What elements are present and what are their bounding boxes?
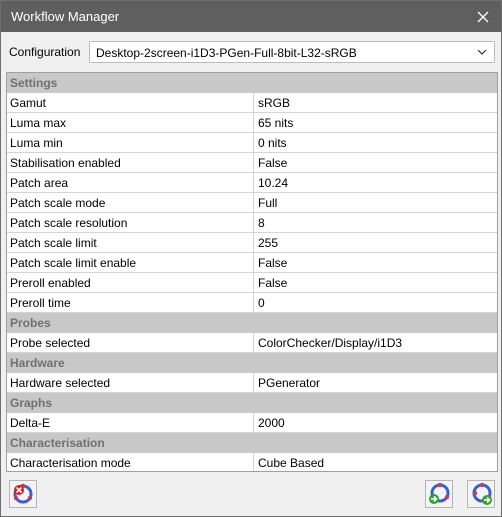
property-value[interactable]: 8: [258, 216, 265, 230]
column-divider: [253, 93, 254, 113]
section-header-hardware: Hardware: [7, 353, 497, 373]
property-name: Luma min: [10, 136, 63, 150]
column-divider: [253, 193, 254, 213]
column-divider: [253, 173, 254, 193]
property-row[interactable]: Patch scale resolution 8: [7, 213, 497, 233]
column-divider: [253, 453, 254, 471]
property-name: Probe selected: [10, 336, 91, 350]
property-name: Hardware selected: [10, 376, 111, 390]
property-value[interactable]: sRGB: [258, 96, 290, 110]
configuration-label: Configuration: [9, 45, 81, 59]
property-value[interactable]: PGenerator: [258, 376, 320, 390]
property-row[interactable]: Patch scale mode Full: [7, 193, 497, 213]
section-title: Graphs: [10, 396, 53, 410]
title-bar: Workflow Manager: [1, 1, 501, 32]
property-row[interactable]: Luma max 65 nits: [7, 113, 497, 133]
property-name: Stabilisation enabled: [10, 156, 121, 170]
section-title: Settings: [10, 76, 58, 90]
property-value[interactable]: Full: [258, 196, 277, 210]
property-value[interactable]: 255: [258, 236, 278, 250]
property-row[interactable]: Patch scale limit 255: [7, 233, 497, 253]
section-title: Characterisation: [10, 436, 105, 450]
configuration-dropdown[interactable]: Desktop-2screen-i1D3-PGen-Full-8bit-L32-…: [89, 41, 495, 63]
workflow-manager-window: Workflow Manager Configuration Desktop-2…: [0, 0, 502, 517]
property-row[interactable]: Patch area 10.24: [7, 173, 497, 193]
configuration-selected-value: Desktop-2screen-i1D3-PGen-Full-8bit-L32-…: [96, 46, 357, 60]
column-divider: [253, 153, 254, 173]
property-value[interactable]: 2000: [258, 416, 285, 430]
property-row[interactable]: Stabilisation enabled False: [7, 153, 497, 173]
section-header-settings: Settings: [7, 73, 497, 93]
delete-workflow-button[interactable]: [9, 480, 37, 508]
property-value[interactable]: 65 nits: [258, 116, 293, 130]
property-value[interactable]: False: [258, 256, 287, 270]
property-value[interactable]: 0 nits: [258, 136, 287, 150]
property-row[interactable]: Gamut sRGB: [7, 93, 497, 113]
property-name: Luma max: [10, 116, 67, 130]
property-name: Characterisation mode: [10, 456, 131, 470]
property-value[interactable]: 10.24: [258, 176, 288, 190]
column-divider: [253, 273, 254, 293]
delete-workflow-icon: [13, 483, 33, 504]
property-value[interactable]: Cube Based: [258, 456, 324, 470]
chevron-down-icon: [477, 49, 487, 55]
property-row[interactable]: Preroll time 0: [7, 293, 497, 313]
window-title: Workflow Manager: [11, 9, 120, 24]
property-name: Patch scale mode: [10, 196, 106, 210]
column-divider: [253, 213, 254, 233]
property-name: Preroll enabled: [10, 276, 91, 290]
column-divider: [253, 373, 254, 393]
run-all-button[interactable]: [467, 480, 495, 508]
column-divider: [253, 253, 254, 273]
configuration-row: Configuration Desktop-2screen-i1D3-PGen-…: [1, 32, 501, 72]
property-row[interactable]: Delta-E 2000: [7, 413, 497, 433]
close-icon: [477, 11, 489, 22]
column-divider: [253, 293, 254, 313]
property-name: Patch area: [10, 176, 69, 190]
property-row[interactable]: Luma min 0 nits: [7, 133, 497, 153]
property-value[interactable]: False: [258, 276, 287, 290]
column-divider: [253, 113, 254, 133]
property-name: Patch scale limit: [10, 236, 97, 250]
column-divider: [253, 413, 254, 433]
section-title: Hardware: [10, 356, 65, 370]
property-row[interactable]: Probe selected ColorChecker/Display/i1D3: [7, 333, 497, 353]
section-title: Probes: [10, 316, 51, 330]
property-value[interactable]: 0: [258, 296, 265, 310]
property-row[interactable]: Preroll enabled False: [7, 273, 497, 293]
property-name: Patch scale limit enable: [10, 256, 137, 270]
property-name: Preroll time: [10, 296, 71, 310]
property-row[interactable]: Characterisation mode Cube Based: [7, 453, 497, 471]
run-step-button[interactable]: [425, 480, 453, 508]
close-button[interactable]: [465, 1, 501, 32]
property-value[interactable]: False: [258, 156, 287, 170]
property-name: Patch scale resolution: [10, 216, 128, 230]
column-divider: [253, 133, 254, 153]
section-header-probes: Probes: [7, 313, 497, 333]
section-header-graphs: Graphs: [7, 393, 497, 413]
property-value[interactable]: ColorChecker/Display/i1D3: [258, 336, 402, 350]
column-divider: [253, 233, 254, 253]
column-divider: [253, 333, 254, 353]
property-row[interactable]: Hardware selected PGenerator: [7, 373, 497, 393]
property-name: Gamut: [10, 96, 47, 110]
bottom-toolbar: [1, 473, 501, 516]
run-all-icon: [472, 482, 492, 505]
section-header-characterisation: Characterisation: [7, 433, 497, 453]
property-name: Delta-E: [10, 416, 51, 430]
run-step-icon: [429, 482, 450, 504]
property-row[interactable]: Patch scale limit enable False: [7, 253, 497, 273]
properties-grid[interactable]: Settings Gamut sRGB Luma max 65 nits Luma min…: [6, 72, 498, 472]
